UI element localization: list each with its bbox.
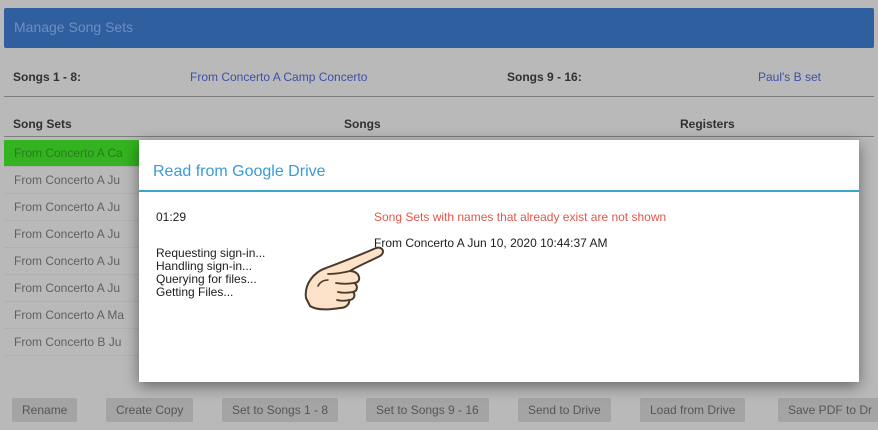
elapsed-timer: 01:29 bbox=[156, 210, 187, 224]
rename-button[interactable]: Rename bbox=[12, 398, 78, 422]
bottom-toolbar: Rename Create Copy Set to Songs 1 - 8 Se… bbox=[4, 392, 878, 428]
songs-column-header: Songs bbox=[344, 117, 381, 131]
create-copy-button[interactable]: Create Copy bbox=[106, 398, 194, 422]
save-pdf-to-drive-button[interactable]: Save PDF to Dr bbox=[778, 398, 878, 422]
load-from-drive-button[interactable]: Load from Drive bbox=[640, 398, 746, 422]
columns-divider bbox=[4, 136, 874, 137]
read-from-drive-dialog: Read from Google Drive 01:29 Requesting … bbox=[139, 140, 859, 382]
dialog-title-divider bbox=[139, 190, 859, 192]
title-bar: Manage Song Sets bbox=[4, 8, 874, 48]
song-sets-column-header: Song Sets bbox=[13, 117, 72, 131]
header-divider bbox=[4, 96, 874, 97]
existing-names-warning: Song Sets with names that already exist … bbox=[374, 210, 667, 224]
songs-1-8-value[interactable]: From Concerto A Camp Concerto bbox=[190, 70, 367, 84]
registers-column-header: Registers bbox=[680, 117, 735, 131]
songs-9-16-label: Songs 9 - 16: bbox=[507, 70, 582, 84]
songs-1-8-label: Songs 1 - 8: bbox=[13, 70, 82, 84]
songs-9-16-value[interactable]: Paul's B set bbox=[758, 70, 821, 84]
send-to-drive-button[interactable]: Send to Drive bbox=[518, 398, 611, 422]
drive-file-item[interactable]: From Concerto A Jun 10, 2020 10:44:37 AM bbox=[374, 236, 607, 250]
set-to-songs-9-16-button[interactable]: Set to Songs 9 - 16 bbox=[366, 398, 489, 422]
hand-pointer-graphic bbox=[304, 246, 384, 311]
window-title: Manage Song Sets bbox=[14, 19, 134, 35]
set-to-songs-1-8-button[interactable]: Set to Songs 1 - 8 bbox=[222, 398, 339, 422]
dialog-title: Read from Google Drive bbox=[153, 163, 326, 180]
hand-pointer-icon bbox=[296, 240, 392, 325]
